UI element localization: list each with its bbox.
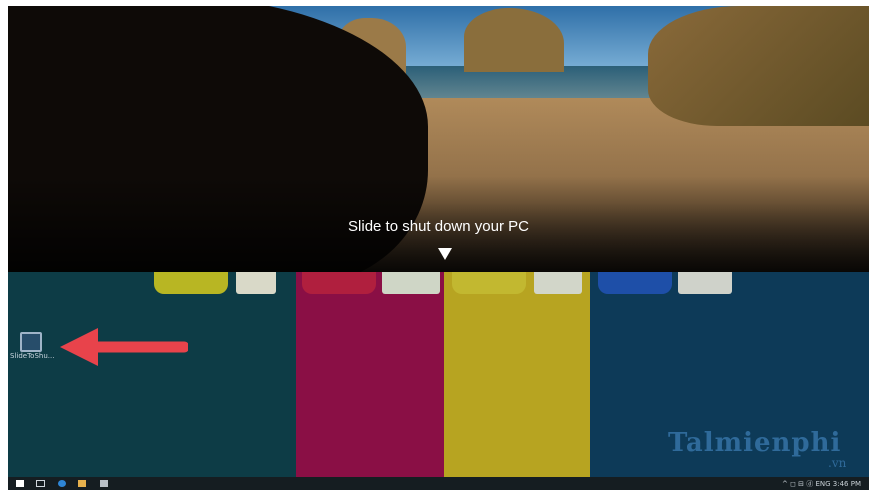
- edge-icon[interactable]: [58, 480, 66, 487]
- start-tile: [236, 272, 276, 294]
- start-tile: [382, 272, 440, 294]
- shortcut-icon[interactable]: [20, 332, 42, 352]
- band-teal: [8, 272, 296, 477]
- cliff-right: [648, 6, 869, 126]
- shortcut-label[interactable]: SlideToShu...: [10, 352, 58, 360]
- down-arrow-icon: [438, 248, 452, 260]
- start-tile: [302, 272, 376, 294]
- watermark-domain: .vn: [828, 456, 847, 470]
- shutdown-slide-panel[interactable]: Slide to shut down your PC: [8, 6, 869, 272]
- screen-frame: Slide to shut down your PC SlideToShu...…: [8, 6, 869, 490]
- start-tile: [154, 272, 228, 294]
- store-icon[interactable]: [100, 480, 108, 487]
- desktop-background: SlideToShu... Talmienphi .vn: [8, 272, 869, 477]
- start-tile: [452, 272, 526, 294]
- start-tile: [598, 272, 672, 294]
- watermark-brand: Talmienphi: [668, 428, 842, 458]
- file-explorer-icon[interactable]: [78, 480, 86, 487]
- search-icon[interactable]: [36, 480, 45, 487]
- slide-to-shutdown-text: Slide to shut down your PC: [348, 218, 529, 235]
- windows-start-icon[interactable]: [16, 480, 24, 487]
- pointer-arrow-icon: [60, 328, 188, 366]
- system-tray[interactable]: ^ ◻ ⊟ ⓓ ENG 3:46 PM: [782, 479, 861, 489]
- taskbar: ^ ◻ ⊟ ⓓ ENG 3:46 PM: [8, 477, 869, 490]
- band-magenta: [296, 272, 444, 477]
- start-tile: [534, 272, 582, 294]
- start-tile: [678, 272, 732, 294]
- band-yellow: [444, 272, 590, 477]
